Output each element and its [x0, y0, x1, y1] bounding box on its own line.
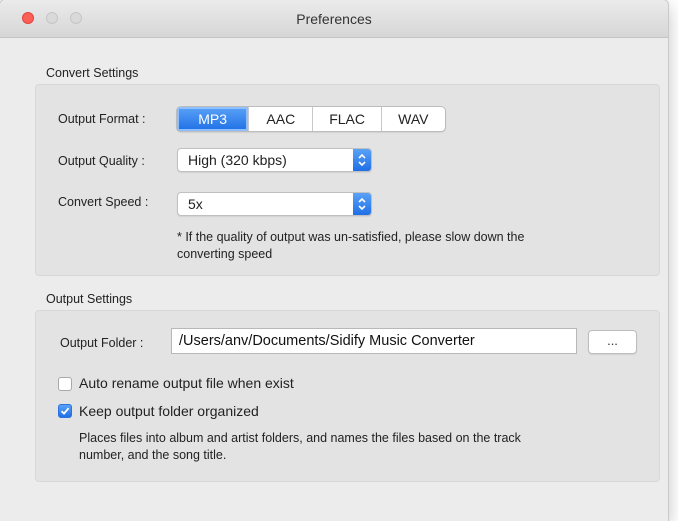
keep-organized-label[interactable]: Keep output folder organized [79, 403, 259, 419]
format-option-aac[interactable]: AAC [248, 107, 312, 131]
organize-description: Places files into album and artist folde… [79, 430, 521, 464]
output-quality-select[interactable]: High (320 kbps) [177, 148, 372, 172]
format-option-mp3[interactable]: MP3 [177, 107, 249, 131]
output-settings-heading: Output Settings [46, 292, 133, 306]
output-format-segmented-control: MP3 AAC FLAC WAV [176, 106, 446, 132]
output-format-label: Output Format : [58, 112, 146, 126]
organize-description-line-2: number, and the song title. [79, 448, 227, 462]
up-down-arrows-icon [353, 149, 371, 171]
speed-hint-line-2: converting speed [177, 247, 273, 261]
browse-folder-button[interactable]: ... [588, 330, 637, 354]
preferences-window: Preferences Convert Settings Output Form… [0, 0, 668, 521]
convert-settings-heading: Convert Settings [46, 66, 139, 80]
title-bar: Preferences [0, 0, 668, 38]
window-title: Preferences [296, 11, 372, 27]
format-option-wav[interactable]: WAV [380, 107, 445, 131]
convert-speed-label: Convert Speed : [58, 195, 149, 209]
format-option-flac[interactable]: FLAC [312, 107, 380, 131]
keep-organized-checkbox[interactable] [58, 404, 72, 418]
checkmark-icon [60, 407, 70, 415]
output-folder-label: Output Folder : [60, 336, 144, 350]
output-quality-label: Output Quality : [58, 154, 145, 168]
auto-rename-checkbox[interactable] [58, 377, 72, 391]
output-quality-value: High (320 kbps) [188, 152, 287, 168]
auto-rename-label[interactable]: Auto rename output file when exist [79, 375, 294, 391]
output-folder-path: /Users/anv/Documents/Sidify Music Conver… [179, 333, 475, 349]
organize-description-line-1: Places files into album and artist folde… [79, 431, 521, 445]
convert-speed-value: 5x [188, 196, 203, 212]
speed-hint-line-1: * If the quality of output was un-satisf… [177, 230, 525, 244]
speed-hint-text: * If the quality of output was un-satisf… [177, 229, 524, 263]
convert-speed-select[interactable]: 5x [177, 192, 372, 216]
up-down-arrows-icon [353, 193, 371, 215]
output-folder-field[interactable]: /Users/anv/Documents/Sidify Music Conver… [171, 328, 577, 354]
